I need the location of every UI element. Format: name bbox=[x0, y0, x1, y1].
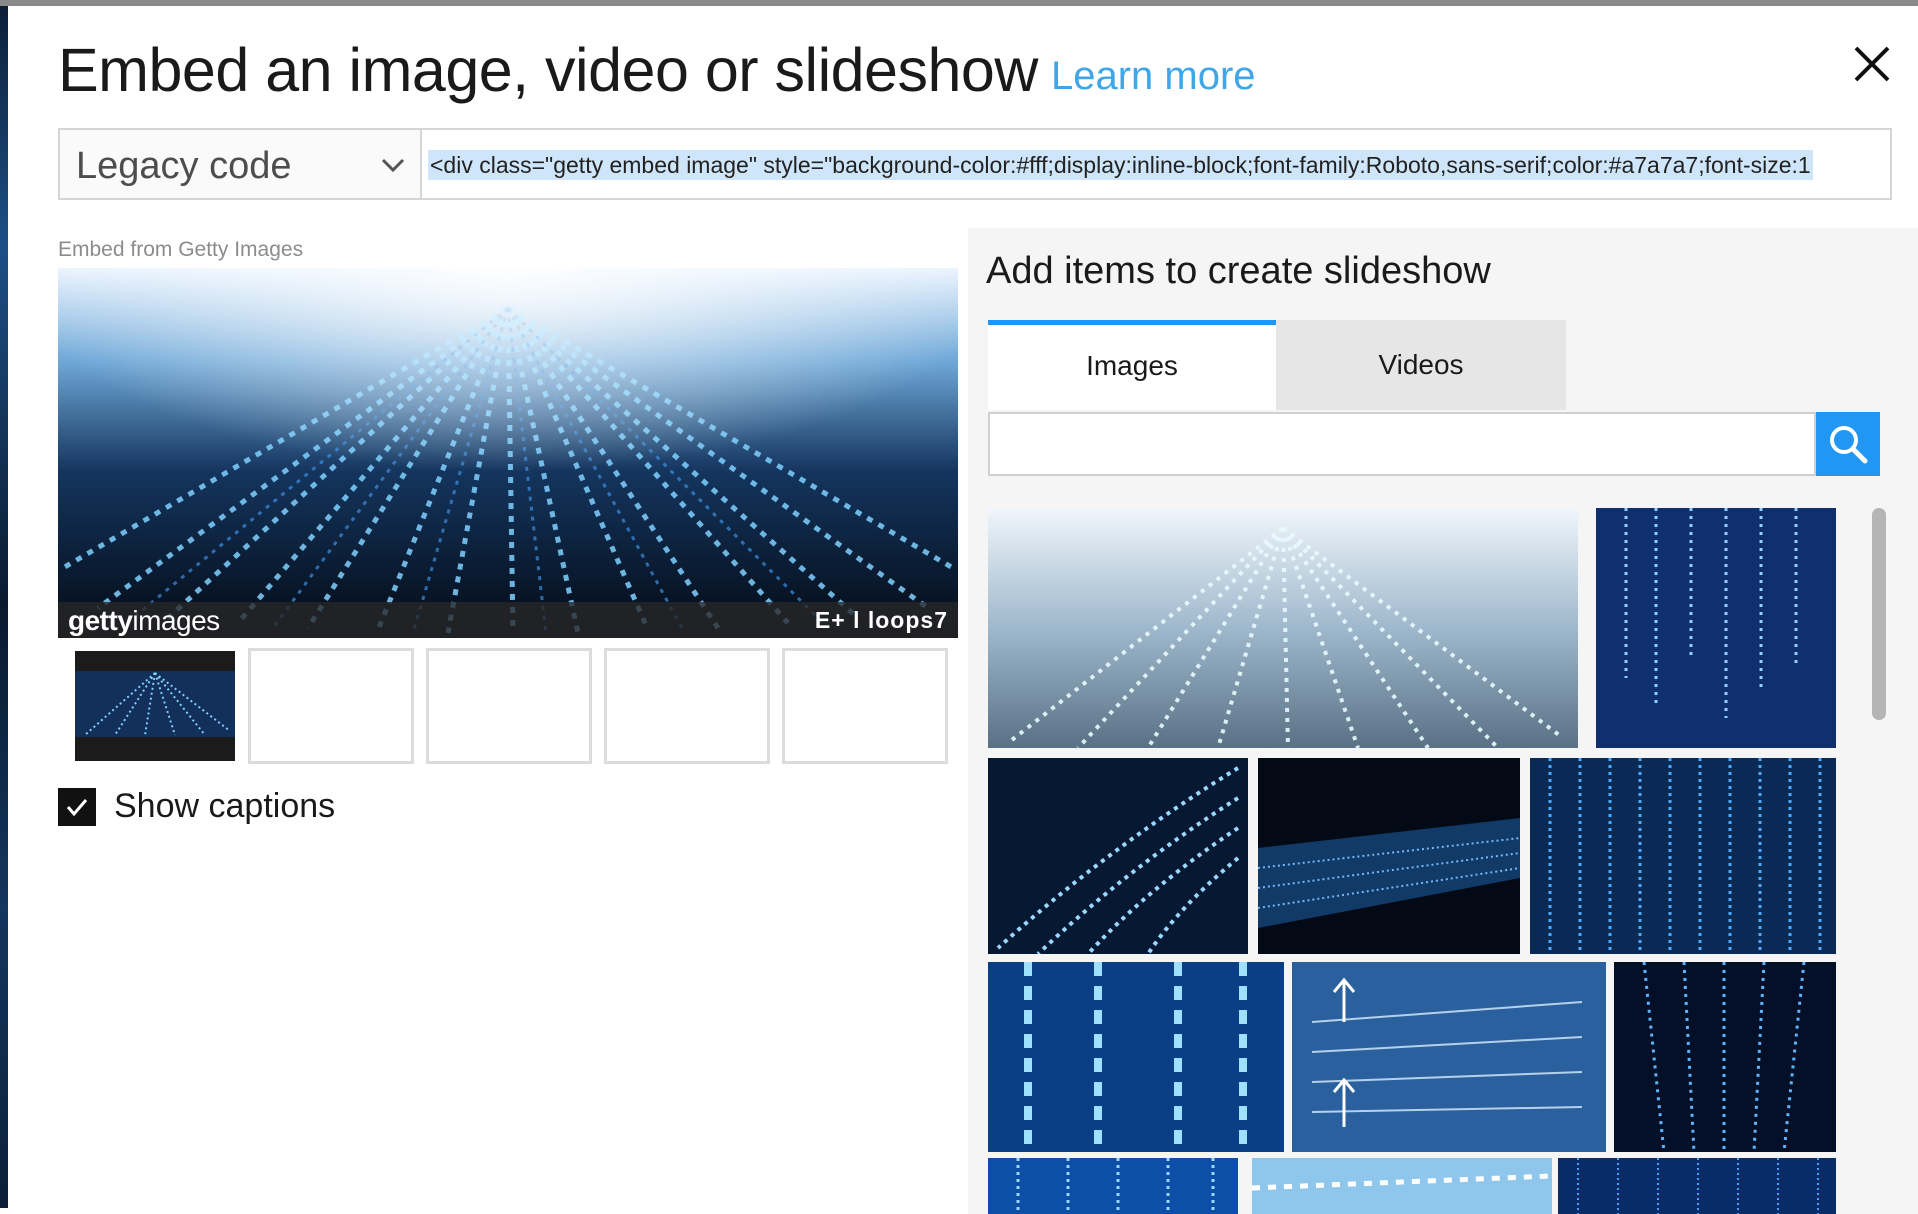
slideshow-thumb-4[interactable] bbox=[604, 648, 770, 764]
background-page-edge bbox=[0, 6, 8, 1208]
search-input[interactable] bbox=[988, 412, 1816, 476]
result-image-9[interactable] bbox=[988, 1158, 1238, 1214]
embed-code-field[interactable]: <div class="getty embed image" style="ba… bbox=[422, 128, 1892, 200]
slideshow-thumb-1[interactable] bbox=[72, 648, 238, 764]
results-scrollbar[interactable] bbox=[1872, 508, 1886, 720]
tab-videos[interactable]: Videos bbox=[1276, 320, 1566, 410]
gettyimages-logo: gettyimages bbox=[68, 605, 220, 636]
result-image-10[interactable] bbox=[1252, 1158, 1552, 1214]
chevron-down-icon bbox=[381, 158, 405, 173]
show-captions-checkbox[interactable] bbox=[58, 788, 96, 826]
search-button[interactable] bbox=[1816, 412, 1880, 476]
result-image-1[interactable] bbox=[988, 508, 1578, 748]
result-image-7[interactable] bbox=[1292, 962, 1606, 1152]
embed-format-value: Legacy code bbox=[76, 145, 292, 187]
slideshow-thumb-image bbox=[75, 651, 235, 761]
preview-image: gettyimages E+ l loops7 bbox=[58, 268, 958, 638]
close-icon bbox=[1854, 46, 1890, 82]
slideshow-panel: Add items to create slideshow Images Vid… bbox=[968, 228, 1918, 1214]
dialog-title: Embed an image, video or slideshow bbox=[58, 36, 1038, 104]
show-captions-label: Show captions bbox=[114, 787, 336, 825]
embed-format-select[interactable]: Legacy code bbox=[58, 128, 422, 200]
slideshow-thumb-3[interactable] bbox=[426, 648, 592, 764]
result-image-5[interactable] bbox=[1530, 758, 1836, 954]
embed-dialog: Embed an image, video or slideshow Learn… bbox=[8, 6, 1918, 1214]
embed-source-label: Embed from Getty Images bbox=[58, 238, 304, 261]
tab-images[interactable]: Images bbox=[988, 320, 1276, 410]
result-image-11[interactable] bbox=[1558, 1158, 1836, 1214]
result-image-8[interactable] bbox=[1614, 962, 1836, 1152]
binary-code-photo bbox=[58, 268, 958, 638]
result-image-6[interactable] bbox=[988, 962, 1284, 1152]
embed-code-text: <div class="getty embed image" style="ba… bbox=[428, 150, 1813, 180]
search-icon bbox=[1830, 426, 1868, 464]
slideshow-thumb-2[interactable] bbox=[248, 648, 414, 764]
slideshow-title: Add items to create slideshow bbox=[986, 250, 1491, 292]
learn-more-link[interactable]: Learn more bbox=[1051, 52, 1256, 100]
result-image-4[interactable] bbox=[1258, 758, 1520, 954]
image-credit: E+ l loops7 bbox=[814, 607, 948, 633]
result-image-2[interactable] bbox=[1596, 508, 1836, 748]
slideshow-thumb-5[interactable] bbox=[782, 648, 948, 764]
result-image-3[interactable] bbox=[988, 758, 1248, 954]
image-caption-bar: gettyimages E+ l loops7 bbox=[58, 602, 958, 638]
close-button[interactable] bbox=[1844, 36, 1900, 92]
checkmark-icon bbox=[66, 799, 88, 817]
